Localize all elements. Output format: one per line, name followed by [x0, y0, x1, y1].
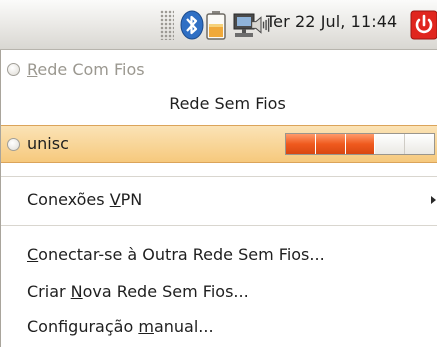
clock[interactable]: Ter 22 Jul, 11:44: [266, 12, 397, 31]
wired-radio: [7, 63, 20, 76]
wired-network-label: Rede Com Fios: [27, 60, 145, 79]
create-new-label: Criar Nova Rede Sem Fios...: [27, 282, 249, 301]
create-new-network-item[interactable]: Criar Nova Rede Sem Fios...: [1, 278, 437, 306]
panel-drag-handle[interactable]: [160, 10, 174, 40]
power-icon[interactable]: [410, 9, 437, 41]
vpn-label: Conexões VPN: [27, 190, 143, 209]
wireless-section-header: Rede Sem Fios: [1, 92, 437, 116]
signal-segment: [315, 134, 346, 154]
connect-other-network-item[interactable]: Conectar-se à Outra Rede Sem Fios...: [1, 241, 437, 269]
connect-other-label: Conectar-se à Outra Rede Sem Fios...: [27, 245, 325, 264]
signal-segment: [405, 134, 434, 154]
signal-segment: [375, 134, 406, 154]
wireless-network-item[interactable]: unisc: [1, 125, 437, 163]
signal-segment: [286, 134, 316, 154]
menu-separator: [1, 176, 437, 177]
signal-strength-bar: [285, 133, 435, 155]
top-panel: Ter 22 Jul, 11:44: [0, 0, 437, 50]
network-menu: Rede Com Fios Rede Sem Fios unisc Conexõ…: [0, 50, 437, 347]
manual-configuration-label: Configuração manual...: [27, 317, 214, 336]
signal-segment: [345, 134, 376, 154]
network-radio: [7, 138, 20, 151]
manual-configuration-item[interactable]: Configuração manual...: [1, 313, 437, 341]
wired-network-item[interactable]: Rede Com Fios: [1, 58, 437, 82]
vpn-connections-item[interactable]: Conexões VPN: [1, 186, 437, 214]
wireless-header-label: Rede Sem Fios: [169, 94, 286, 113]
network-name: unisc: [27, 134, 69, 153]
menu-separator: [1, 225, 437, 226]
submenu-arrow-icon: [431, 196, 436, 204]
